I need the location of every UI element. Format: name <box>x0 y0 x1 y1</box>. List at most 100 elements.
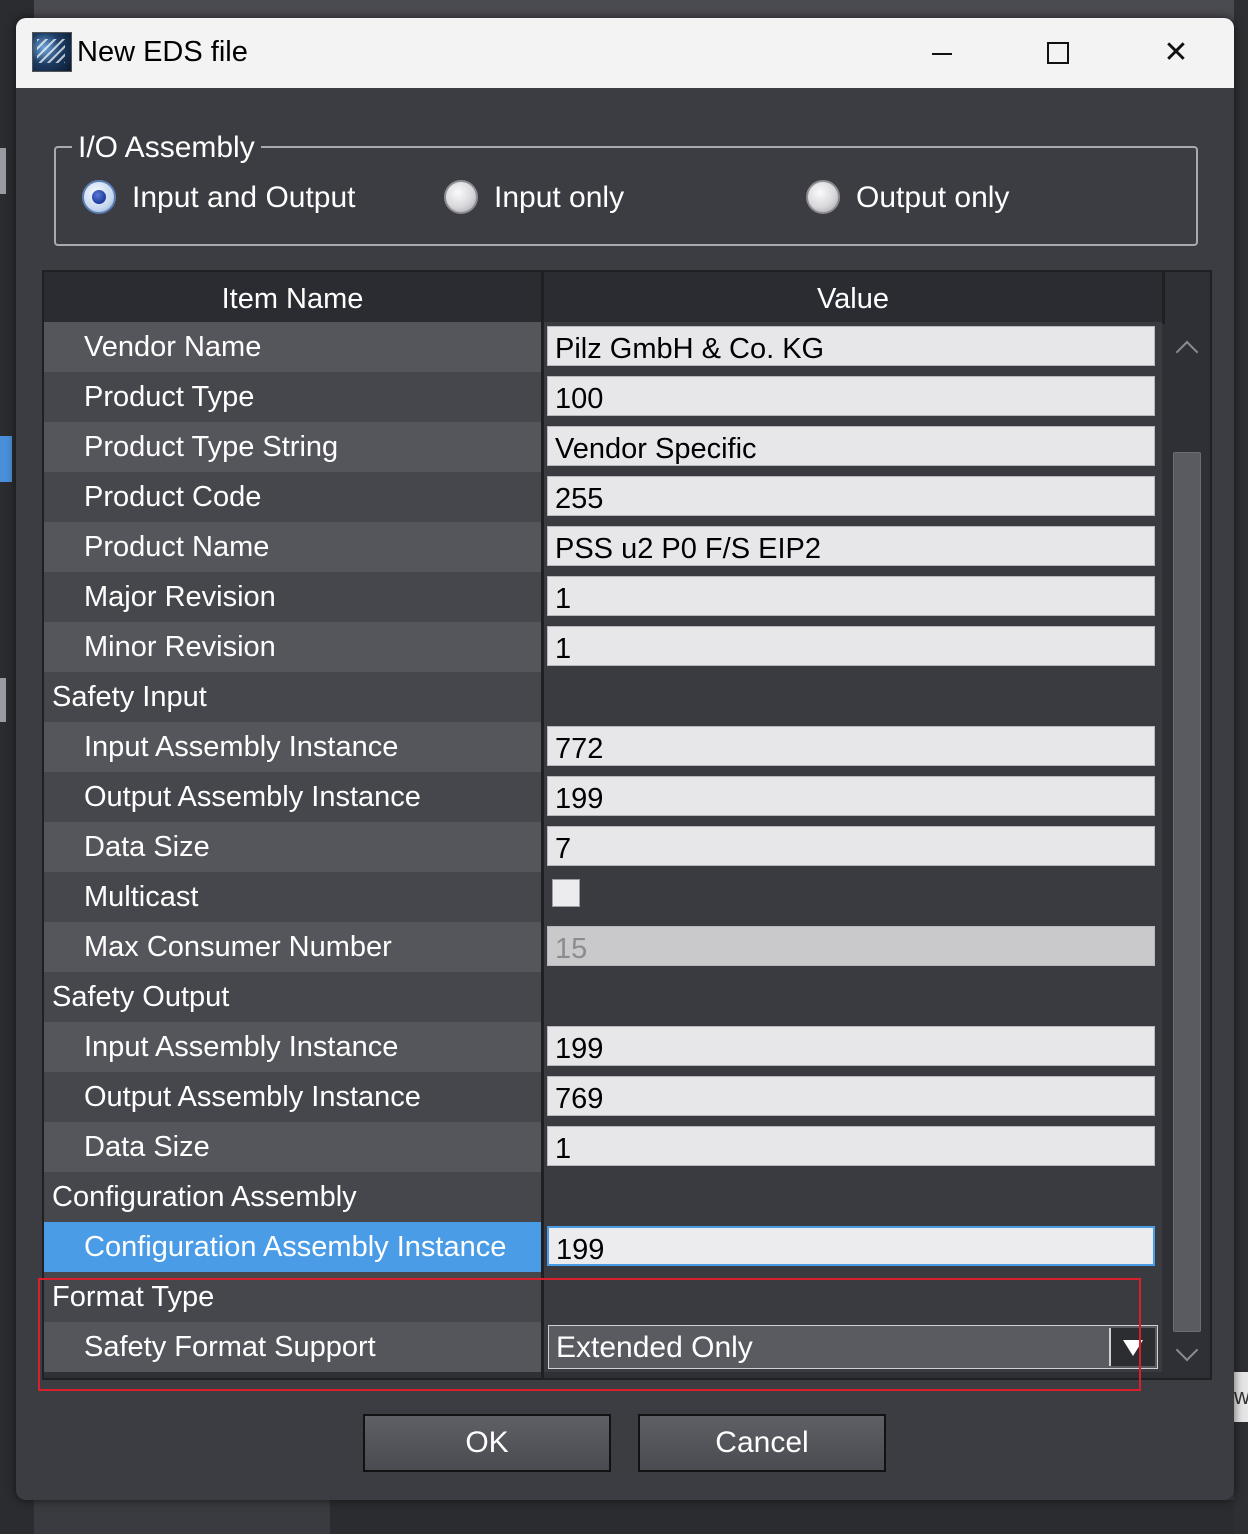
value-cell[interactable]: Vendor Specific <box>544 422 1162 472</box>
item-name-cell[interactable]: Data Size <box>44 822 541 872</box>
value-cell[interactable]: 1 <box>544 622 1162 672</box>
property-row[interactable]: Output Assembly Instance 199 <box>44 772 1162 822</box>
item-name-cell[interactable]: Configuration Assembly <box>44 1172 541 1222</box>
category-row[interactable]: Configuration Assembly <box>44 1172 1162 1222</box>
value-field[interactable]: 199 <box>547 1026 1155 1066</box>
value-cell[interactable]: 199 <box>544 772 1162 822</box>
item-name-cell[interactable]: Output Assembly Instance <box>44 1072 541 1122</box>
ok-button[interactable]: OK <box>363 1414 611 1472</box>
value-cell[interactable] <box>544 872 1162 922</box>
property-row[interactable]: Data Size 1 <box>44 1122 1162 1172</box>
item-name-cell[interactable]: Safety Input <box>44 672 541 722</box>
scrollbar-thumb[interactable] <box>1173 452 1201 1332</box>
item-name-cell[interactable]: Multicast <box>44 872 541 922</box>
item-name-cell[interactable]: Major Revision <box>44 572 541 622</box>
item-name-cell[interactable]: Data Size <box>44 1122 541 1172</box>
property-row[interactable]: Input Assembly Instance 772 <box>44 722 1162 772</box>
value-cell[interactable]: 1 <box>544 572 1162 622</box>
column-header-item-name[interactable]: Item Name <box>44 272 541 322</box>
radio-unselected-icon[interactable] <box>444 180 478 214</box>
vertical-scrollbar[interactable] <box>1165 324 1210 1378</box>
value-field[interactable]: 100 <box>547 376 1155 416</box>
category-row[interactable]: Format Type <box>44 1272 1162 1322</box>
property-row[interactable]: Configuration Assembly Instance 199 <box>44 1222 1162 1272</box>
item-name-cell[interactable]: Max Consumer Number <box>44 922 541 972</box>
item-name-cell[interactable]: Input Assembly Instance <box>44 1022 541 1072</box>
radio-label[interactable]: Output only <box>856 178 1009 218</box>
property-row[interactable]: Minor Revision 1 <box>44 622 1162 672</box>
radio-unselected-icon[interactable] <box>806 180 840 214</box>
item-name-cell[interactable]: Product Type <box>44 372 541 422</box>
property-row[interactable]: Multicast <box>44 872 1162 922</box>
item-name-cell[interactable]: Input Assembly Instance <box>44 722 541 772</box>
dropdown-selected-value[interactable]: Extended Only <box>556 1331 753 1364</box>
radio-input-only[interactable]: Input only <box>444 178 704 218</box>
item-name-cell[interactable]: Product Type String <box>44 422 541 472</box>
value-cell[interactable]: 769 <box>544 1072 1162 1122</box>
chevron-down-icon[interactable] <box>1109 1328 1155 1366</box>
value-cell[interactable]: 199 <box>544 1022 1162 1072</box>
value-field[interactable]: 1 <box>547 576 1155 616</box>
value-cell[interactable]: 772 <box>544 722 1162 772</box>
value-cell[interactable]: 15 <box>544 922 1162 972</box>
value-cell[interactable]: 255 <box>544 472 1162 522</box>
safety-format-dropdown[interactable]: Extended Only <box>548 1325 1158 1369</box>
property-row[interactable]: Product Name PSS u2 P0 F/S EIP2 <box>44 522 1162 572</box>
item-name-cell[interactable]: Product Code <box>44 472 541 522</box>
maximize-button[interactable] <box>1028 28 1088 78</box>
item-name-cell[interactable]: Safety Format Support <box>44 1322 541 1372</box>
value-field[interactable]: 1 <box>547 626 1155 666</box>
value-cell[interactable]: 7 <box>544 822 1162 872</box>
radio-output-only[interactable]: Output only <box>806 178 1106 218</box>
item-name-cell[interactable]: Safety Output <box>44 972 541 1022</box>
property-row[interactable]: Major Revision 1 <box>44 572 1162 622</box>
radio-selected-icon[interactable] <box>82 180 116 214</box>
property-row[interactable]: Product Type 100 <box>44 372 1162 422</box>
property-row[interactable]: Data Size 7 <box>44 822 1162 872</box>
column-header-value[interactable]: Value <box>544 272 1162 322</box>
scroll-down-icon[interactable] <box>1165 1334 1210 1374</box>
property-row[interactable]: Max Consumer Number 15 <box>44 922 1162 972</box>
category-row[interactable]: Safety Input <box>44 672 1162 722</box>
grid-header: Item Name Value <box>44 272 1162 322</box>
close-button[interactable]: ✕ <box>1146 28 1206 78</box>
value-cell[interactable]: 100 <box>544 372 1162 422</box>
property-row[interactable]: Safety Format Support Extended Only <box>44 1322 1162 1372</box>
radio-input-and-output[interactable]: Input and Output <box>82 178 402 218</box>
property-row[interactable]: Output Assembly Instance 769 <box>44 1072 1162 1122</box>
radio-label[interactable]: Input and Output <box>132 178 356 218</box>
category-row[interactable]: Safety Output <box>44 972 1162 1022</box>
scroll-up-icon[interactable] <box>1165 328 1210 368</box>
item-name-cell[interactable]: Minor Revision <box>44 622 541 672</box>
item-name-cell[interactable]: Vendor Name <box>44 322 541 372</box>
value-field[interactable]: 255 <box>547 476 1155 516</box>
item-name-cell[interactable]: Product Name <box>44 522 541 572</box>
value-field[interactable]: 199 <box>547 1226 1155 1266</box>
property-row[interactable]: Input Assembly Instance 199 <box>44 1022 1162 1072</box>
minimize-button[interactable] <box>912 28 972 78</box>
value-cell[interactable]: 1 <box>544 1122 1162 1172</box>
value-cell[interactable]: 199 <box>544 1222 1162 1272</box>
value-field[interactable]: 1 <box>547 1126 1155 1166</box>
item-name-label: Output Assembly Instance <box>84 1081 421 1113</box>
value-field[interactable]: 7 <box>547 826 1155 866</box>
property-row[interactable]: Product Code 255 <box>44 472 1162 522</box>
property-row[interactable]: Vendor Name Pilz GmbH & Co. KG <box>44 322 1162 372</box>
value-field[interactable]: 769 <box>547 1076 1155 1116</box>
item-name-cell[interactable]: Format Type <box>44 1272 541 1322</box>
value-cell[interactable]: PSS u2 P0 F/S EIP2 <box>544 522 1162 572</box>
item-name-cell[interactable]: Configuration Assembly Instance <box>44 1222 541 1272</box>
value-field[interactable]: Pilz GmbH & Co. KG <box>547 326 1155 366</box>
value-field[interactable]: PSS u2 P0 F/S EIP2 <box>547 526 1155 566</box>
value-cell[interactable]: Extended Only <box>544 1322 1162 1372</box>
item-name-cell[interactable]: Output Assembly Instance <box>44 772 541 822</box>
value-field[interactable]: 772 <box>547 726 1155 766</box>
title-bar[interactable]: New EDS file ✕ <box>16 18 1234 88</box>
radio-label[interactable]: Input only <box>494 178 624 218</box>
value-field[interactable]: 199 <box>547 776 1155 816</box>
cancel-button[interactable]: Cancel <box>638 1414 886 1472</box>
value-cell[interactable]: Pilz GmbH & Co. KG <box>544 322 1162 372</box>
multicast-checkbox[interactable] <box>552 879 580 907</box>
property-row[interactable]: Product Type String Vendor Specific <box>44 422 1162 472</box>
value-field[interactable]: Vendor Specific <box>547 426 1155 466</box>
